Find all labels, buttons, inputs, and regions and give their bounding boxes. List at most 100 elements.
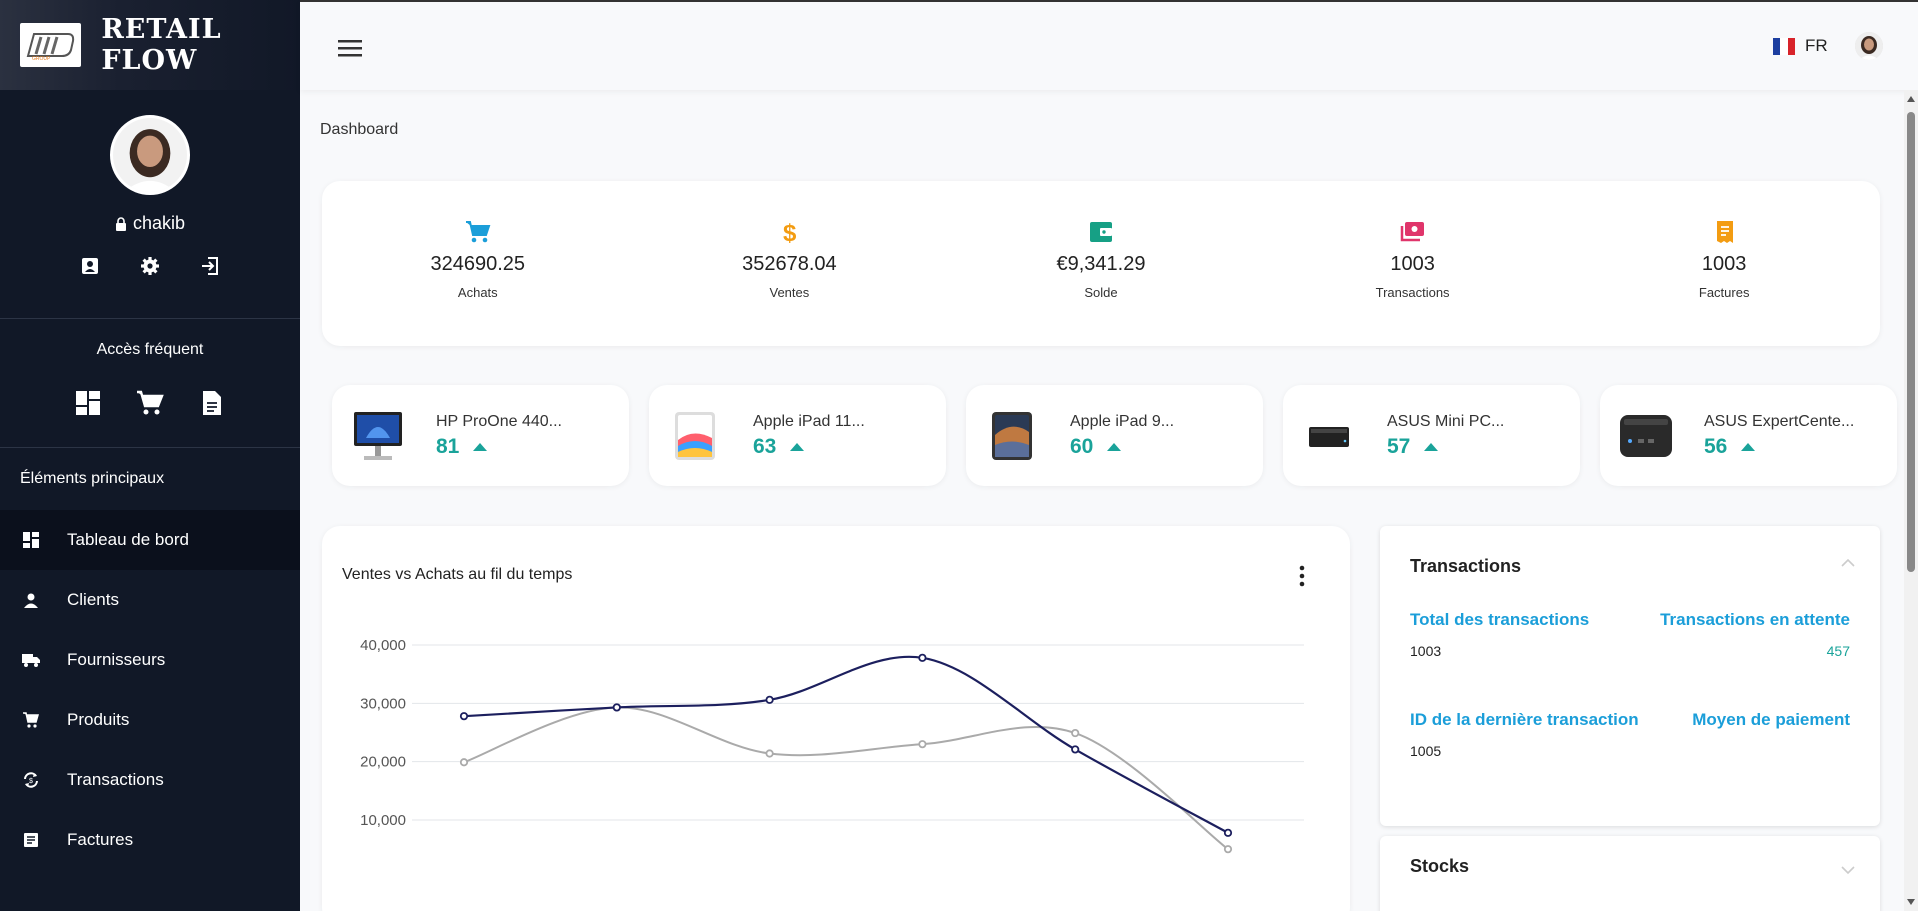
stat-balance: €9,341.29 Solde	[945, 181, 1257, 346]
menu-hamburger-icon[interactable]	[338, 38, 362, 58]
pending-transactions-value: 457	[1826, 643, 1850, 659]
sidebar-item-products[interactable]: Produits	[0, 690, 300, 750]
trend-up-icon	[473, 442, 488, 451]
profile-actions	[78, 254, 222, 278]
product-card[interactable]: ASUS ExpertCente... 56	[1600, 385, 1897, 486]
cart-icon[interactable]	[136, 389, 164, 417]
product-card[interactable]: Apple iPad 9... 60	[966, 385, 1263, 486]
data-point[interactable]	[612, 703, 621, 712]
company-logo[interactable]: GROUP	[20, 23, 82, 67]
sidebar-item-dashboard[interactable]: Tableau de bord	[0, 510, 300, 570]
svg-text:$: $	[783, 220, 797, 245]
trend-up-icon	[1424, 442, 1439, 451]
data-point[interactable]	[765, 695, 774, 704]
scroll-down-icon[interactable]	[1907, 899, 1915, 905]
france-flag-icon	[1773, 37, 1795, 55]
minipc-icon	[1618, 408, 1674, 464]
y-tick-label: 30,000	[360, 695, 406, 712]
data-point[interactable]	[1071, 728, 1080, 738]
dollar-icon: $	[783, 220, 797, 245]
data-point[interactable]	[1223, 845, 1233, 854]
breadcrumb: Dashboard	[320, 121, 399, 138]
last-transaction-id-value: 1005	[1410, 743, 1442, 759]
stat-invoices: 1003 Factures	[1568, 181, 1880, 346]
sidebar-item-clients[interactable]: Clients	[0, 570, 300, 630]
tablet-icon	[667, 408, 723, 464]
top-products-row: HP ProOne 440... 81 Apple iPad 11... 63 …	[332, 385, 1897, 486]
data-point[interactable]	[459, 758, 469, 767]
username-row: chakib	[115, 213, 185, 234]
dashboard-icon[interactable]	[74, 389, 102, 417]
user-profile: chakib	[0, 90, 300, 278]
sidebar-item-label: Tableau de bord	[67, 530, 189, 549]
stat-sales: $ 352678.04 Ventes	[634, 181, 946, 346]
y-tick-label: 10,000	[360, 812, 406, 829]
dashboard-icon	[22, 531, 40, 549]
stats-summary-card: 324690.25 Achats $ 352678.04 Ventes €9,3…	[322, 181, 1880, 346]
truck-icon	[22, 651, 40, 669]
stat-label: Solde	[1084, 285, 1118, 300]
scroll-thumb[interactable]	[1907, 112, 1915, 572]
data-point[interactable]	[1223, 828, 1233, 837]
stat-label: Ventes	[769, 285, 810, 300]
product-name: Apple iPad 11...	[753, 412, 865, 430]
stocks-title: Stocks	[1410, 856, 1470, 876]
avatar[interactable]	[1855, 32, 1883, 60]
receipt-icon	[22, 831, 40, 849]
stat-value: €9,341.29	[1056, 253, 1146, 275]
product-name: HP ProOne 440...	[436, 412, 562, 430]
cash-icon	[1400, 222, 1424, 242]
username: chakib	[132, 213, 186, 233]
pending-transactions-label: Transactions en attente	[1660, 610, 1850, 629]
stat-label: Transactions	[1375, 285, 1450, 300]
user-photo-icon	[1855, 32, 1883, 60]
data-point[interactable]	[765, 749, 774, 758]
stat-purchases: 324690.25 Achats	[322, 181, 634, 346]
sidebar-item-suppliers[interactable]: Fournisseurs	[0, 630, 300, 690]
user-photo-icon	[113, 118, 187, 192]
cart-icon	[465, 221, 491, 243]
product-name: Apple iPad 9...	[1070, 412, 1175, 430]
sidebar-item-invoices[interactable]: Factures	[0, 810, 300, 870]
divider	[0, 318, 300, 319]
product-card[interactable]: HP ProOne 440... 81	[332, 385, 629, 486]
stat-transactions: 1003 Transactions	[1257, 181, 1569, 346]
page-scrollbar[interactable]	[1904, 90, 1918, 911]
stocks-card[interactable]: Stocks	[1380, 836, 1880, 911]
brand-header: GROUP RETAIL FLOW	[0, 0, 300, 90]
data-point[interactable]	[1071, 745, 1080, 754]
avatar[interactable]	[110, 115, 190, 195]
data-point[interactable]	[459, 712, 469, 721]
wallet-icon	[1089, 222, 1112, 242]
cart-icon	[22, 711, 40, 729]
product-card[interactable]: ASUS Mini PC... 57	[1283, 385, 1580, 486]
stat-label: Achats	[457, 285, 498, 300]
chevron-up-icon[interactable]	[1840, 556, 1856, 568]
data-point[interactable]	[918, 653, 927, 662]
series-line-2	[463, 706, 1229, 850]
monitor-icon	[350, 408, 406, 464]
series-line-1	[463, 655, 1229, 834]
contact-card-icon[interactable]	[78, 254, 102, 278]
logout-icon[interactable]	[198, 254, 222, 278]
invoice-icon	[1717, 221, 1734, 243]
product-card[interactable]: Apple iPad 11... 63	[649, 385, 946, 486]
tablet-icon	[984, 408, 1040, 464]
frequent-access-shortcuts	[0, 389, 300, 417]
scroll-up-icon[interactable]	[1907, 96, 1915, 102]
language-selector[interactable]: FR	[1773, 36, 1828, 56]
chevron-down-icon[interactable]	[1840, 864, 1856, 876]
logo-icon: GROUP	[26, 33, 74, 62]
stat-label: Factures	[1698, 285, 1750, 300]
trend-up-icon	[790, 442, 805, 451]
product-count: 60	[1070, 434, 1094, 458]
y-tick-label: 40,000	[360, 637, 406, 654]
sidebar-item-transactions[interactable]: $ Transactions	[0, 750, 300, 810]
top-bar: FR	[300, 0, 1918, 90]
lock-icon	[115, 216, 126, 231]
data-point[interactable]	[918, 740, 927, 749]
main-elements-title: Éléments principaux	[20, 470, 165, 487]
y-tick-label: 20,000	[360, 754, 406, 771]
settings-gear-icon[interactable]	[138, 254, 162, 278]
document-icon[interactable]	[198, 389, 226, 417]
